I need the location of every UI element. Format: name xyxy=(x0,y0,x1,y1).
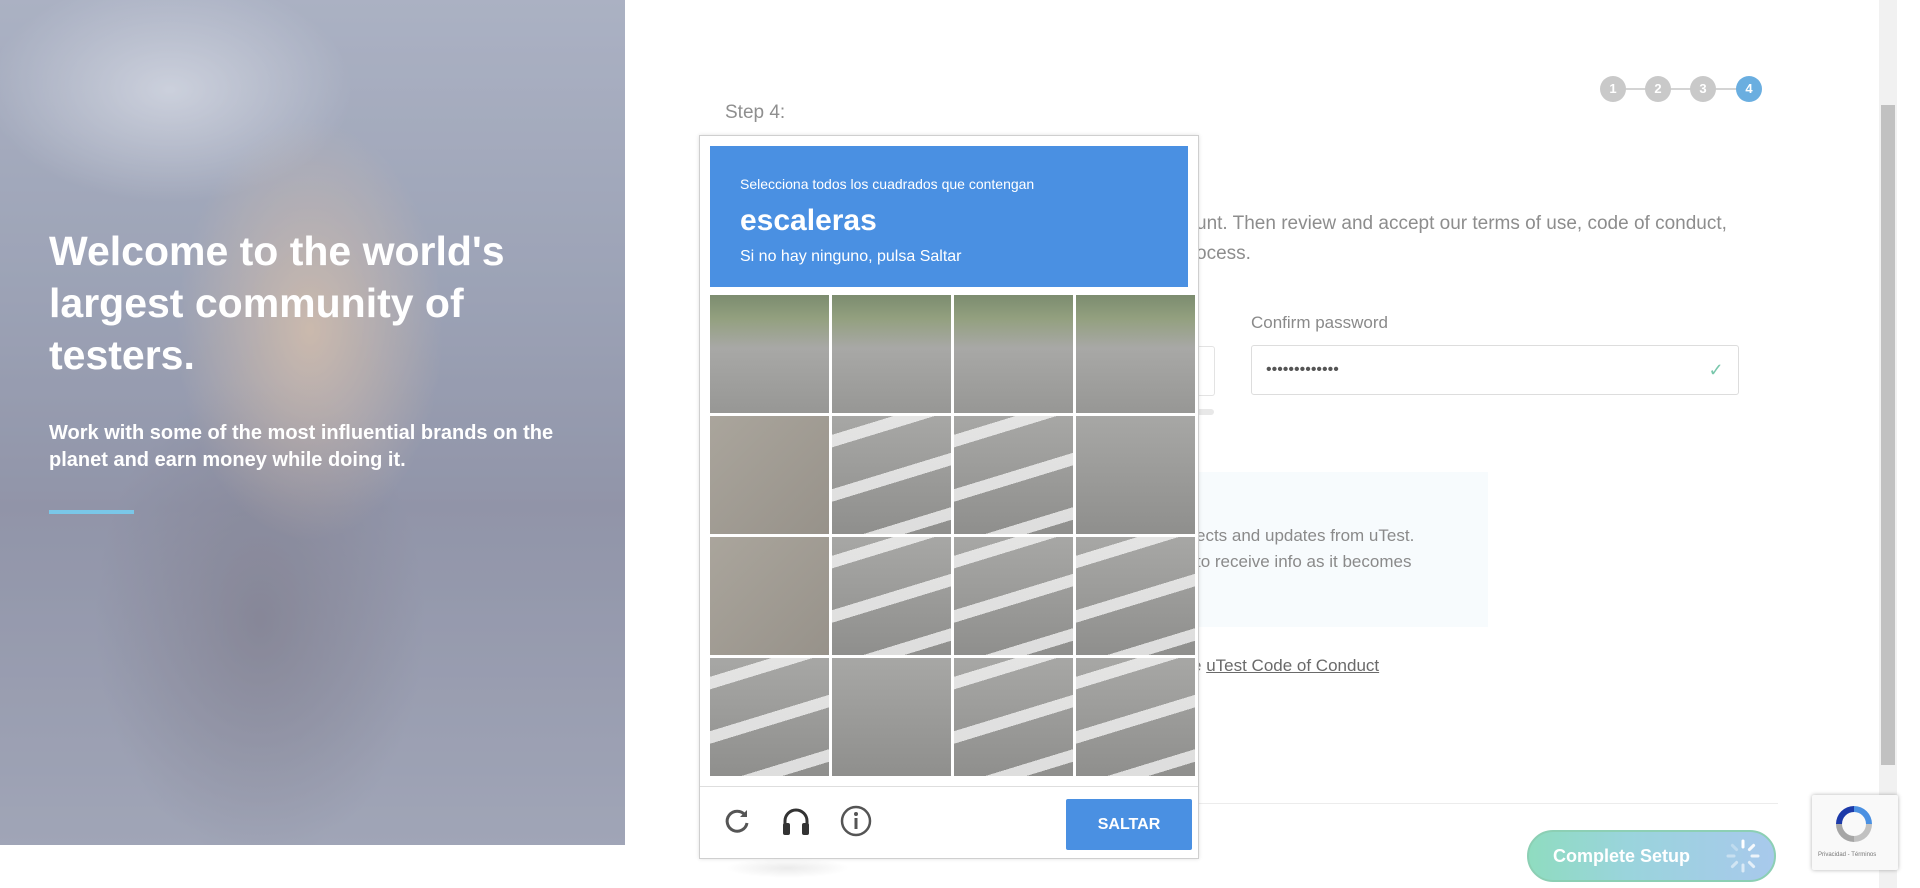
captcha-tile-5[interactable] xyxy=(710,416,829,534)
captcha-header: Selecciona todos los cuadrados que conte… xyxy=(710,146,1188,287)
captcha-instruction: Selecciona todos los cuadrados que conte… xyxy=(740,176,1035,192)
page-scrollbar-thumb[interactable] xyxy=(1881,105,1895,765)
step-label: Step 4: xyxy=(725,102,786,123)
checkmark-icon: ✓ xyxy=(1708,360,1724,380)
captcha-tile-13[interactable] xyxy=(710,658,829,776)
captcha-tile-11[interactable] xyxy=(954,537,1073,655)
intro-text-line-1: unt. Then review and accept our terms of… xyxy=(1196,213,1727,234)
captcha-footer-divider xyxy=(700,786,1198,787)
captcha-shadow xyxy=(725,858,850,878)
hero-subtitle: Work with some of the most influential b… xyxy=(49,422,554,471)
step-progress-line xyxy=(1614,88,1748,90)
code-of-conduct-link[interactable]: uTest Code of Conduct xyxy=(1206,656,1379,675)
captcha-tile-10[interactable] xyxy=(832,537,951,655)
hero-divider xyxy=(49,510,134,514)
confirm-password-input[interactable] xyxy=(1251,345,1739,395)
captcha-tile-8[interactable] xyxy=(1076,416,1195,534)
captcha-tile-1[interactable] xyxy=(710,295,829,413)
step-progress: 1 2 3 4 xyxy=(1600,76,1762,102)
recaptcha-logo-icon xyxy=(1836,806,1872,842)
captcha-tile-4[interactable] xyxy=(1076,295,1195,413)
recaptcha-terms[interactable]: Privacidad - Términos xyxy=(1818,852,1876,858)
captcha-skip-note: Si no hay ninguno, pulsa Saltar xyxy=(740,248,962,265)
confirm-password-label: Confirm password xyxy=(1251,313,1388,332)
newsletter-info-box xyxy=(1194,472,1488,627)
step-3-indicator: 3 xyxy=(1690,76,1716,102)
captcha-tile-9[interactable] xyxy=(710,537,829,655)
captcha-challenge-dialog: Selecciona todos los cuadrados que conte… xyxy=(699,135,1199,859)
captcha-tile-14[interactable] xyxy=(832,658,951,776)
captcha-tile-7[interactable] xyxy=(954,416,1073,534)
hero-title: Welcome to the world's largest community… xyxy=(49,228,505,378)
footer-divider xyxy=(1194,803,1778,804)
step-4-indicator: 4 xyxy=(1736,76,1762,102)
hero-panel: Welcome to the world's largest community… xyxy=(0,0,625,845)
captcha-tile-15[interactable] xyxy=(954,658,1073,776)
intro-text-line-2: ocess. xyxy=(1196,243,1251,264)
audio-headphones-icon[interactable] xyxy=(779,804,813,838)
captcha-tile-12[interactable] xyxy=(1076,537,1195,655)
captcha-tile-3[interactable] xyxy=(954,295,1073,413)
captcha-tile-6[interactable] xyxy=(832,416,951,534)
captcha-skip-button[interactable]: SALTAR xyxy=(1066,799,1192,850)
captcha-image-grid xyxy=(710,295,1195,776)
loading-spinner-icon xyxy=(1726,839,1760,873)
info-icon[interactable] xyxy=(839,804,873,838)
captcha-target-word: escaleras xyxy=(740,204,877,237)
code-of-conduct-row: e uTest Code of Conduct xyxy=(1192,656,1379,676)
captcha-tile-2[interactable] xyxy=(832,295,951,413)
step-1-indicator: 1 xyxy=(1600,76,1626,102)
reload-icon[interactable] xyxy=(720,804,754,838)
step-2-indicator: 2 xyxy=(1645,76,1671,102)
info-text-line-2: to receive info as it becomes xyxy=(1196,552,1412,571)
captcha-tile-16[interactable] xyxy=(1076,658,1195,776)
info-text-line-1: ects and updates from uTest. xyxy=(1196,526,1415,545)
